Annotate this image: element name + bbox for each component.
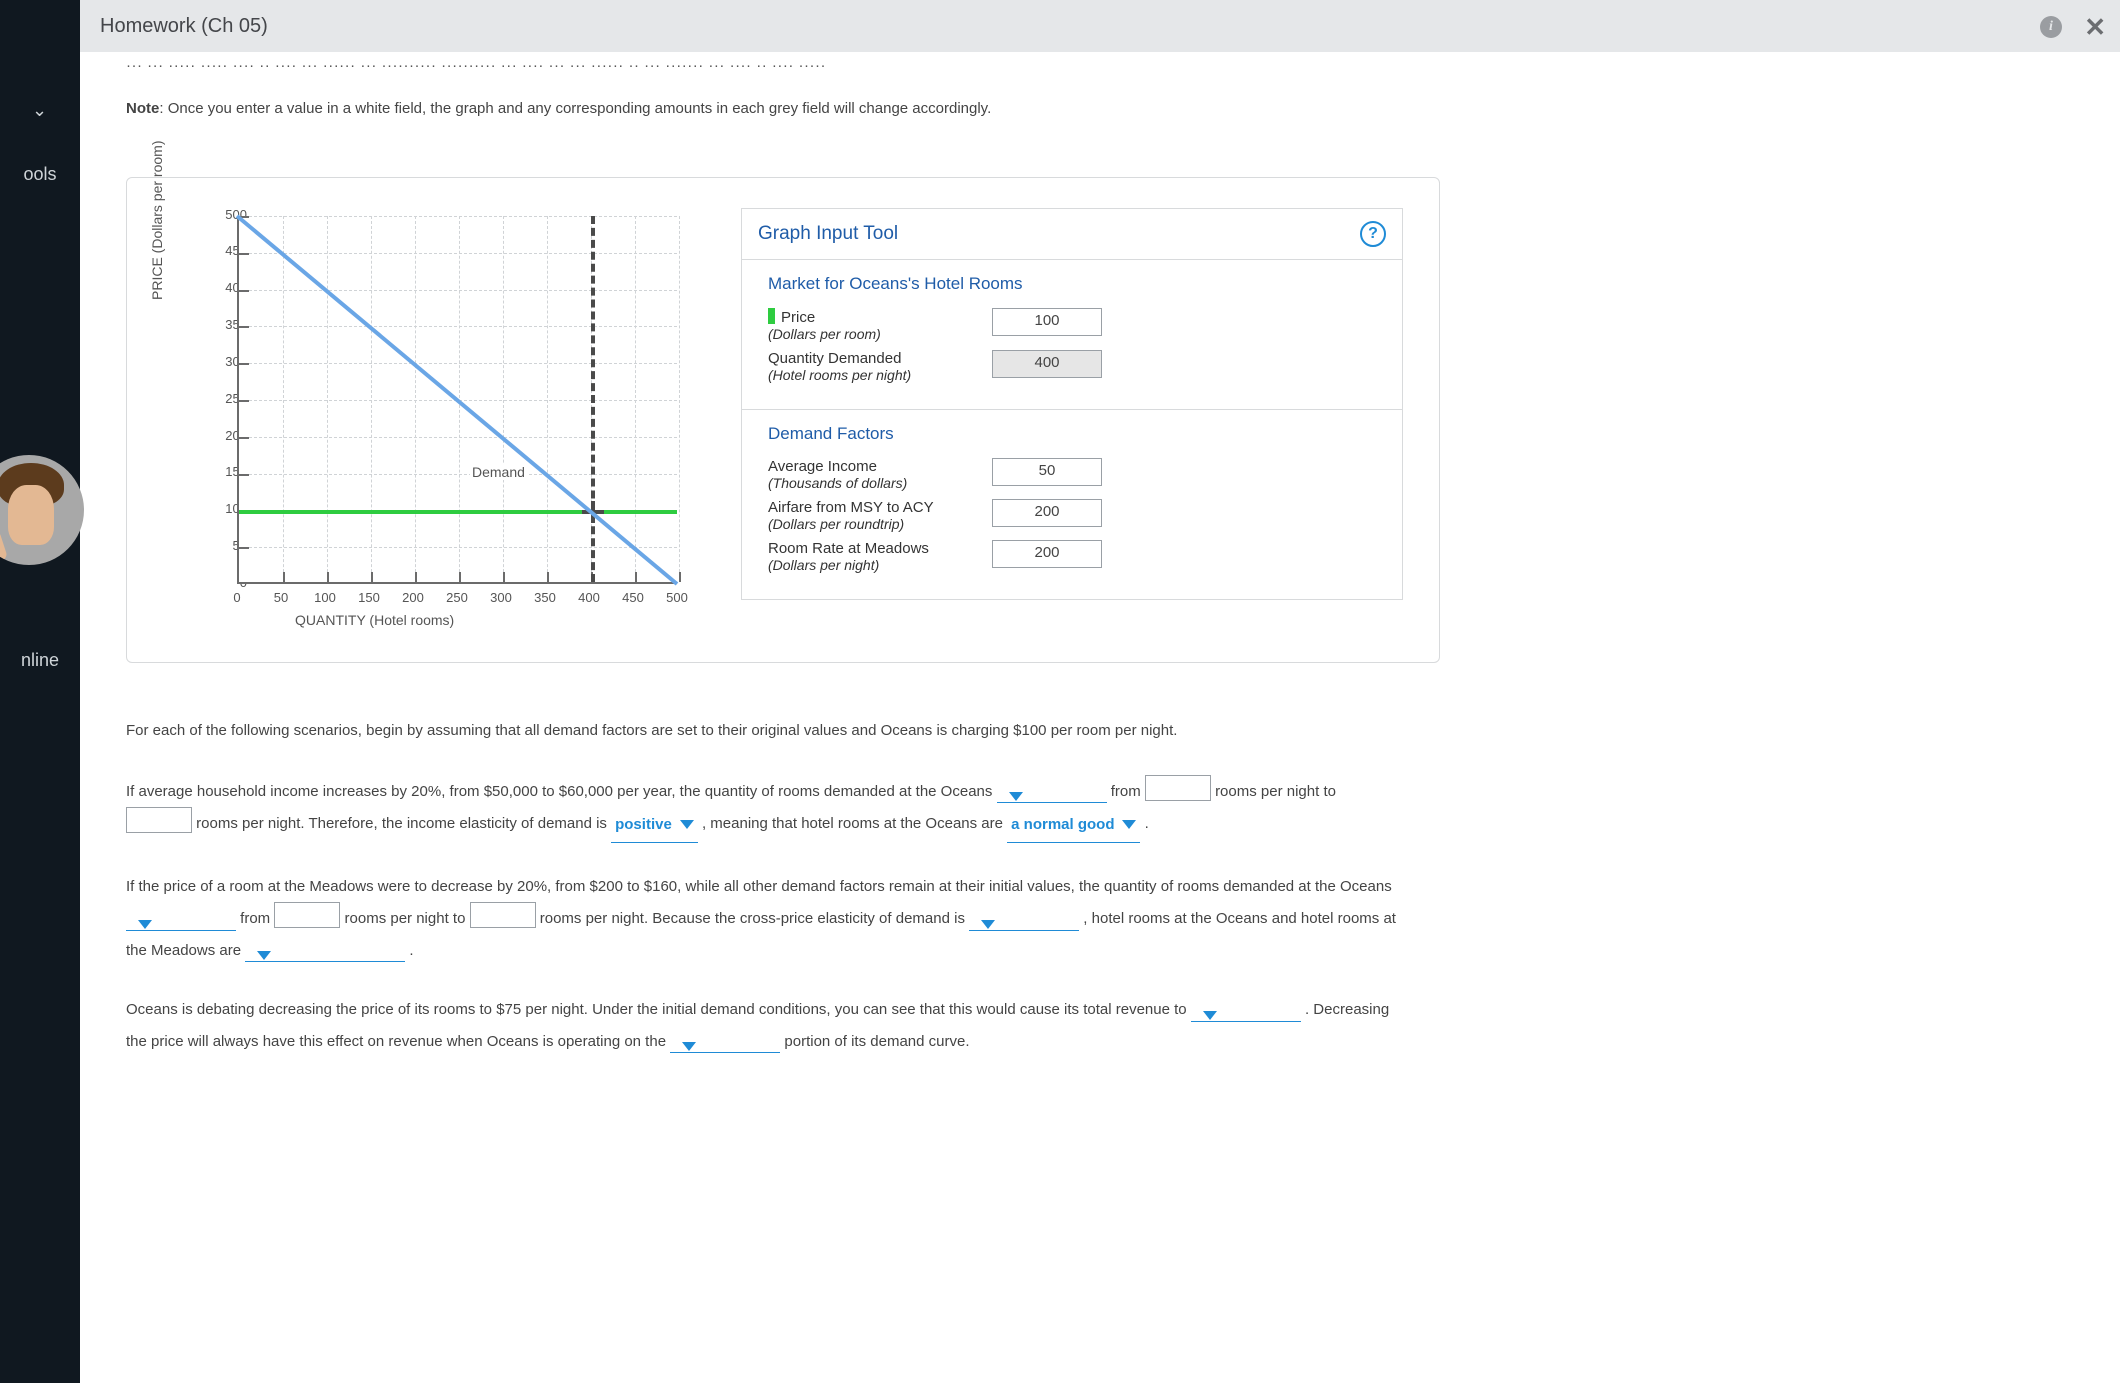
price-unit: (Dollars per room) (768, 326, 881, 342)
qty-label: Quantity Demanded (768, 350, 901, 367)
airfare-input[interactable]: 200 (992, 499, 1102, 527)
xtick: 450 (613, 590, 653, 605)
avatar[interactable] (0, 455, 84, 565)
question-2: If the price of a room at the Meadows we… (126, 871, 1396, 967)
dd-curve-portion[interactable] (670, 1042, 780, 1053)
qty-unit: (Hotel rooms per night) (768, 367, 911, 383)
airfare-label: Airfare from MSY to ACY (768, 499, 934, 516)
caret-down-icon (1122, 820, 1136, 829)
xtick: 500 (657, 590, 697, 605)
x-axis-label: QUANTITY (Hotel rooms) (295, 612, 454, 628)
xtick: 400 (569, 590, 609, 605)
chevron-down-icon[interactable]: ⌄ (32, 100, 47, 121)
caret-down-icon (682, 1042, 696, 1051)
demand-chart[interactable]: PRICE (Dollars per room) QUANTITY (Hotel… (155, 208, 715, 628)
dd-cross-elasticity[interactable] (969, 920, 1079, 931)
caret-down-icon (257, 951, 271, 960)
xtick: 300 (481, 590, 521, 605)
price-label: Price (781, 309, 815, 326)
dd-direction-1[interactable] (997, 792, 1107, 803)
demand-series (237, 216, 677, 584)
dd-direction-2[interactable] (126, 920, 236, 931)
income-input[interactable]: 50 (992, 458, 1102, 486)
sidebar-label-ools: ools (0, 164, 80, 185)
intro-text: For each of the following scenarios, beg… (126, 715, 1396, 747)
price-marker-icon (768, 308, 775, 324)
market-title: Market for Oceans's Hotel Rooms (768, 274, 1382, 294)
income-unit: (Thousands of dollars) (768, 475, 907, 491)
y-axis-label: PRICE (Dollars per room) (149, 141, 165, 300)
input-from-1[interactable] (1145, 775, 1211, 801)
caret-down-icon (1203, 1011, 1217, 1020)
close-icon[interactable]: ✕ (2084, 12, 2106, 43)
xtick: 200 (393, 590, 433, 605)
question-1: If average household income increases by… (126, 775, 1396, 843)
input-to-2[interactable] (470, 902, 536, 928)
caret-down-icon (680, 820, 694, 829)
page-title: Homework (Ch 05) (100, 15, 268, 38)
xtick: 100 (305, 590, 345, 605)
info-icon[interactable]: i (2040, 16, 2062, 38)
price-input[interactable]: 100 (992, 308, 1102, 336)
question-3: Oceans is debating decreasing the price … (126, 994, 1396, 1057)
dd-good-type[interactable]: a normal good (1007, 809, 1140, 843)
xtick: 350 (525, 590, 565, 605)
caret-down-icon (981, 920, 995, 929)
xtick: 250 (437, 590, 477, 605)
xtick: 0 (217, 590, 257, 605)
airfare-unit: (Dollars per roundtrip) (768, 516, 904, 532)
input-from-2[interactable] (274, 902, 340, 928)
xtick: 150 (349, 590, 389, 605)
series-label-demand: Demand (470, 464, 527, 480)
qty-output: 400 (992, 350, 1102, 378)
help-icon[interactable]: ? (1360, 221, 1386, 247)
cutoff-text: ··· ··· ····· ····· ···· ·· ···· ··· ···… (126, 58, 2074, 70)
topbar: Homework (Ch 05) i ✕ (80, 0, 2120, 52)
income-label: Average Income (768, 458, 877, 475)
factors-title: Demand Factors (768, 424, 1382, 444)
caret-down-icon (1009, 792, 1023, 801)
dd-elasticity-sign[interactable]: positive (611, 809, 698, 843)
meadows-label: Room Rate at Meadows (768, 540, 929, 557)
note-text: Note: Note: Once you enter a value in a … (126, 100, 2074, 117)
panel-title: Graph Input Tool (758, 223, 898, 245)
meadows-unit: (Dollars per night) (768, 557, 879, 573)
left-sidebar: ⌄ ools nline (0, 0, 80, 1383)
caret-down-icon (138, 920, 152, 929)
meadows-input[interactable]: 200 (992, 540, 1102, 568)
input-panel: Graph Input Tool ? Market for Oceans's H… (741, 208, 1403, 600)
sidebar-label-nline: nline (0, 650, 80, 671)
input-to-1[interactable] (126, 807, 192, 833)
xtick: 50 (261, 590, 301, 605)
dd-relationship[interactable] (245, 951, 405, 962)
dd-revenue-direction[interactable] (1191, 1011, 1301, 1022)
graph-input-tool: PRICE (Dollars per room) QUANTITY (Hotel… (126, 177, 1440, 663)
